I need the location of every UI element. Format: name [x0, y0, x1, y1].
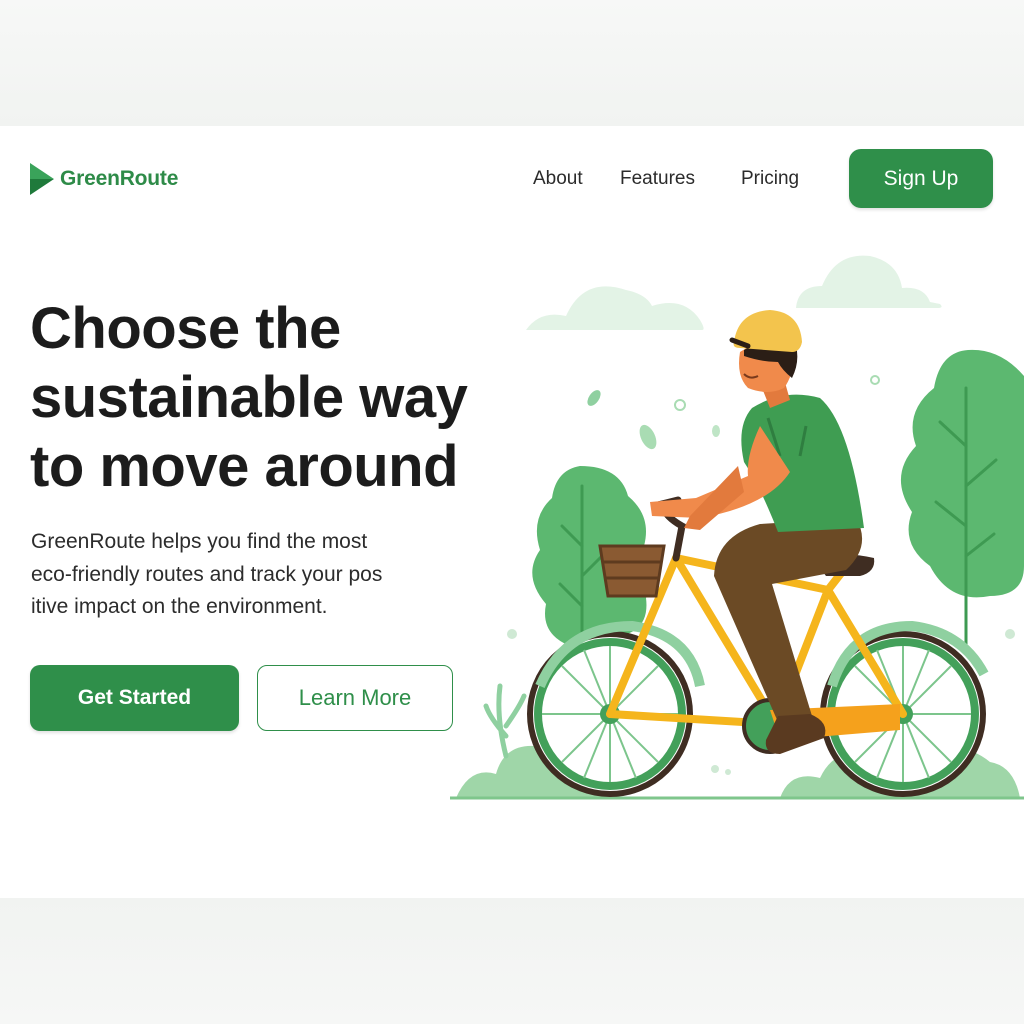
- nav-link-pricing[interactable]: Pricing: [741, 168, 799, 190]
- dot-icon: [1005, 629, 1015, 639]
- cyclist-illustration: [450, 255, 1024, 800]
- plant-icon: [483, 683, 527, 759]
- hero-description-line: GreenRoute helps you find the most: [31, 530, 368, 553]
- logo-icon: [30, 163, 54, 195]
- hero-description: GreenRoute helps you find the most eco-f…: [31, 526, 451, 624]
- leaf-icon: [587, 390, 601, 406]
- sign-up-button[interactable]: Sign Up: [849, 149, 993, 208]
- hero-title-line: to move around: [30, 434, 459, 499]
- hero-title-line: Choose the: [30, 296, 341, 361]
- basket-icon: [598, 544, 666, 598]
- hero-description-line: itive impact on the environment.: [31, 595, 328, 618]
- learn-more-button[interactable]: Learn More: [257, 665, 453, 731]
- dot-icon: [725, 769, 731, 775]
- get-started-button[interactable]: Get Started: [30, 665, 239, 731]
- cloud-icon: [796, 255, 942, 308]
- dot-icon: [674, 399, 686, 411]
- hero-description-line: eco-friendly routes and track your pos: [31, 562, 383, 586]
- dot-icon: [507, 629, 517, 639]
- leaf-icon: [712, 425, 720, 437]
- nav-link-about[interactable]: About: [533, 168, 583, 190]
- dot-icon: [870, 375, 880, 385]
- tree-icon: [900, 349, 1024, 648]
- nav-link-features[interactable]: Features: [620, 168, 695, 190]
- brand-logo[interactable]: GreenRoute: [30, 163, 178, 195]
- landing-page: GreenRoute About Features Pricing Sign U…: [0, 126, 1024, 898]
- dot-icon: [711, 765, 719, 773]
- bottom-backdrop: [0, 898, 1024, 1024]
- rider-arm-back: [684, 466, 744, 530]
- top-backdrop: [0, 0, 1024, 126]
- hero-title-line: sustainable way: [30, 365, 468, 430]
- cloud-icon: [526, 286, 704, 330]
- leaf-icon: [639, 424, 657, 450]
- brand-name: GreenRoute: [60, 167, 179, 190]
